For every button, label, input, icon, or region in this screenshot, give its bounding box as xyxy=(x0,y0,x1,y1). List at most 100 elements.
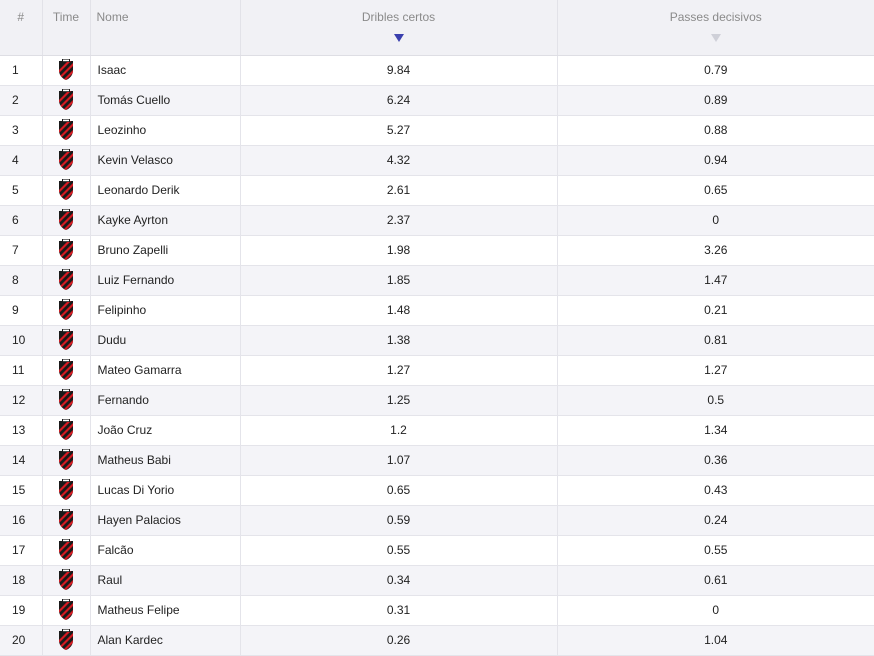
athletico-paranaense-crest-icon xyxy=(57,359,75,381)
player-name[interactable]: Fernando xyxy=(90,385,241,416)
dribbles-value: 1.98 xyxy=(240,235,558,266)
table-row[interactable]: 6 Kayke Ayrton 2.37 0 xyxy=(0,205,874,236)
key-passes-value: 0.43 xyxy=(557,475,874,506)
table-row[interactable]: 5 Leonardo Derik 2.61 0.65 xyxy=(0,175,874,206)
player-name[interactable]: Felipinho xyxy=(90,295,241,326)
table-row[interactable]: 15 Lucas Di Yorio 0.65 0.43 xyxy=(0,475,874,506)
player-name[interactable]: Matheus Babi xyxy=(90,445,241,476)
key-passes-value: 0.61 xyxy=(557,565,874,596)
player-name[interactable]: Dudu xyxy=(90,325,241,356)
table-row[interactable]: 14 Matheus Babi 1.07 0.36 xyxy=(0,445,874,476)
header-dribbles-label: Dribles certos xyxy=(361,10,436,24)
player-name[interactable]: Lucas Di Yorio xyxy=(90,475,241,506)
player-name[interactable]: Hayen Palacios xyxy=(90,505,241,536)
table-row[interactable]: 20 Alan Kardec 0.26 1.04 xyxy=(0,625,874,656)
table-row[interactable]: 3 Leozinho 5.27 0.88 xyxy=(0,115,874,146)
table-header-row: # Time Nome Dribles certos Passes decisi… xyxy=(0,0,874,56)
key-passes-value: 0.88 xyxy=(557,115,874,146)
table-row[interactable]: 19 Matheus Felipe 0.31 0 xyxy=(0,595,874,626)
rank-cell: 18 xyxy=(0,565,43,596)
dribbles-value: 2.61 xyxy=(240,175,558,206)
athletico-paranaense-crest-icon xyxy=(57,419,75,441)
sort-descending-icon[interactable] xyxy=(393,34,404,42)
player-name[interactable]: João Cruz xyxy=(90,415,241,446)
header-team: Time xyxy=(42,0,91,56)
player-name[interactable]: Raul xyxy=(90,565,241,596)
team-cell xyxy=(42,385,91,416)
athletico-paranaense-crest-icon xyxy=(57,569,75,591)
dribbles-value: 9.84 xyxy=(240,55,558,86)
key-passes-value: 0 xyxy=(557,595,874,626)
team-cell xyxy=(42,445,91,476)
rank-cell: 5 xyxy=(0,175,43,206)
player-name[interactable]: Kayke Ayrton xyxy=(90,205,241,236)
table-row[interactable]: 4 Kevin Velasco 4.32 0.94 xyxy=(0,145,874,176)
rank-cell: 13 xyxy=(0,415,43,446)
dribbles-value: 1.48 xyxy=(240,295,558,326)
header-key-passes-sortable[interactable]: Passes decisivos xyxy=(557,0,874,56)
team-cell xyxy=(42,475,91,506)
team-cell xyxy=(42,295,91,326)
dribbles-value: 1.38 xyxy=(240,325,558,356)
player-name[interactable]: Bruno Zapelli xyxy=(90,235,241,266)
rank-cell: 17 xyxy=(0,535,43,566)
table-row[interactable]: 16 Hayen Palacios 0.59 0.24 xyxy=(0,505,874,536)
table-row[interactable]: 12 Fernando 1.25 0.5 xyxy=(0,385,874,416)
player-name[interactable]: Kevin Velasco xyxy=(90,145,241,176)
player-name[interactable]: Leozinho xyxy=(90,115,241,146)
header-dribbles-sortable[interactable]: Dribles certos xyxy=(240,0,558,56)
athletico-paranaense-crest-icon xyxy=(57,329,75,351)
player-name[interactable]: Matheus Felipe xyxy=(90,595,241,626)
athletico-paranaense-crest-icon xyxy=(57,149,75,171)
team-cell xyxy=(42,265,91,296)
header-key-passes-label: Passes decisivos xyxy=(669,10,762,24)
key-passes-value: 0.21 xyxy=(557,295,874,326)
rank-cell: 7 xyxy=(0,235,43,266)
header-name: Nome xyxy=(90,0,241,56)
table-row[interactable]: 9 Felipinho 1.48 0.21 xyxy=(0,295,874,326)
player-name[interactable]: Luiz Fernando xyxy=(90,265,241,296)
rank-cell: 6 xyxy=(0,205,43,236)
player-name[interactable]: Alan Kardec xyxy=(90,625,241,656)
dribbles-value: 0.65 xyxy=(240,475,558,506)
rank-cell: 16 xyxy=(0,505,43,536)
sort-descending-icon[interactable] xyxy=(710,34,721,42)
key-passes-value: 0.55 xyxy=(557,535,874,566)
table-row[interactable]: 11 Mateo Gamarra 1.27 1.27 xyxy=(0,355,874,386)
key-passes-value: 1.04 xyxy=(557,625,874,656)
player-name[interactable]: Tomás Cuello xyxy=(90,85,241,116)
team-cell xyxy=(42,325,91,356)
table-row[interactable]: 18 Raul 0.34 0.61 xyxy=(0,565,874,596)
table-row[interactable]: 10 Dudu 1.38 0.81 xyxy=(0,325,874,356)
table-row[interactable]: 13 João Cruz 1.2 1.34 xyxy=(0,415,874,446)
player-name[interactable]: Leonardo Derik xyxy=(90,175,241,206)
table-row[interactable]: 7 Bruno Zapelli 1.98 3.26 xyxy=(0,235,874,266)
player-name[interactable]: Mateo Gamarra xyxy=(90,355,241,386)
rank-cell: 8 xyxy=(0,265,43,296)
player-name[interactable]: Isaac xyxy=(90,55,241,86)
athletico-paranaense-crest-icon xyxy=(57,479,75,501)
rank-cell: 4 xyxy=(0,145,43,176)
player-stats-table: # Time Nome Dribles certos Passes decisi… xyxy=(0,0,874,656)
team-cell xyxy=(42,595,91,626)
table-row[interactable]: 1 Isaac 9.84 0.79 xyxy=(0,55,874,86)
athletico-paranaense-crest-icon xyxy=(57,59,75,81)
dribbles-value: 0.59 xyxy=(240,505,558,536)
table-row[interactable]: 17 Falcão 0.55 0.55 xyxy=(0,535,874,566)
team-cell xyxy=(42,175,91,206)
athletico-paranaense-crest-icon xyxy=(57,509,75,531)
athletico-paranaense-crest-icon xyxy=(57,299,75,321)
team-cell xyxy=(42,145,91,176)
dribbles-value: 1.27 xyxy=(240,355,558,386)
team-cell xyxy=(42,115,91,146)
table-row[interactable]: 8 Luiz Fernando 1.85 1.47 xyxy=(0,265,874,296)
player-name[interactable]: Falcão xyxy=(90,535,241,566)
key-passes-value: 0.81 xyxy=(557,325,874,356)
team-cell xyxy=(42,85,91,116)
table-row[interactable]: 2 Tomás Cuello 6.24 0.89 xyxy=(0,85,874,116)
rank-cell: 20 xyxy=(0,625,43,656)
dribbles-value: 0.55 xyxy=(240,535,558,566)
team-cell xyxy=(42,205,91,236)
rank-cell: 2 xyxy=(0,85,43,116)
key-passes-value: 0.5 xyxy=(557,385,874,416)
